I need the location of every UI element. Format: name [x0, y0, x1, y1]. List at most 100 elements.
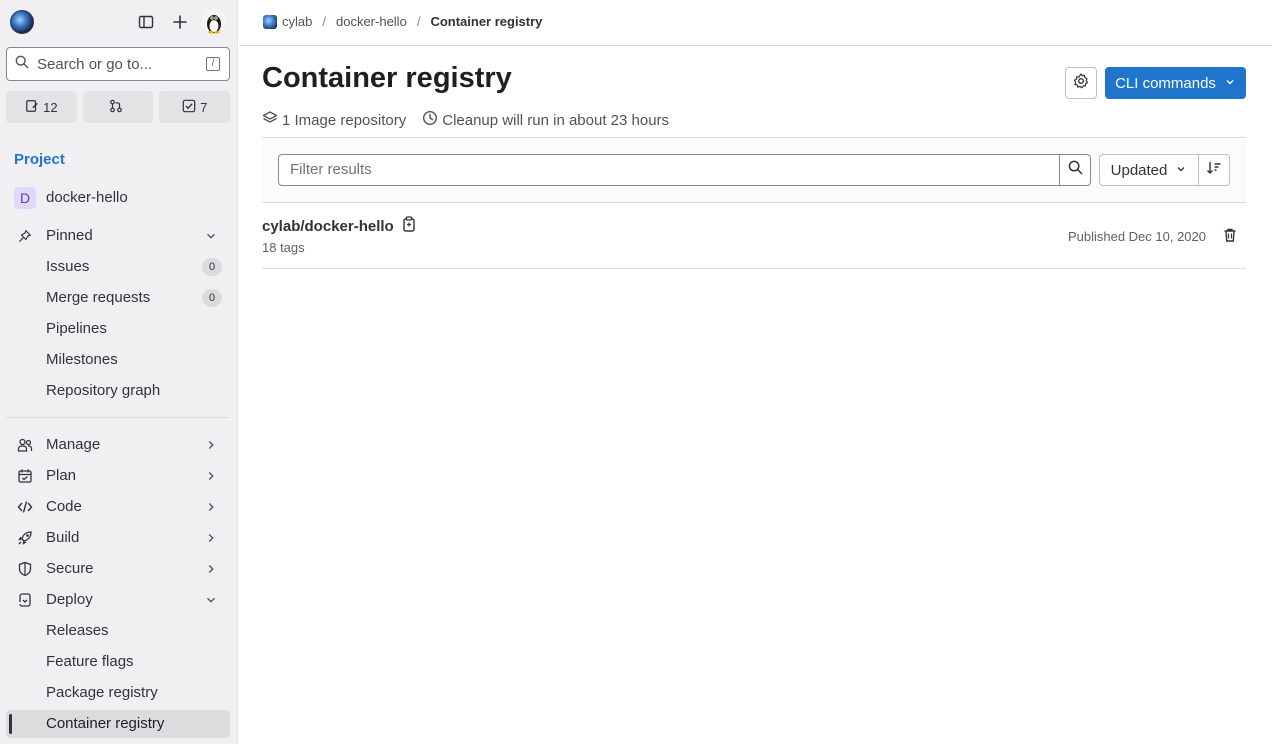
- chevron-right-icon: [204, 438, 218, 452]
- merge-requests-badge: 0: [202, 289, 222, 307]
- breadcrumb: cylab / docker-hello / Container registr…: [263, 14, 542, 29]
- sidebar-item-build[interactable]: Build: [6, 524, 230, 552]
- sidebar-item-label: Deploy: [46, 591, 93, 608]
- sidebar: Search or go to... / 12 7 Project D dock…: [0, 0, 238, 744]
- clock-icon: [422, 110, 438, 130]
- sidebar-item-package-registry[interactable]: Package registry: [6, 679, 230, 707]
- user-avatar[interactable]: [202, 10, 226, 34]
- deployments-icon: [17, 592, 33, 608]
- chevron-right-icon: [204, 562, 218, 576]
- sidebar-item-label: Milestones: [46, 351, 118, 368]
- cli-commands-button[interactable]: CLI commands: [1105, 67, 1246, 99]
- chevron-down-icon: [1224, 75, 1236, 92]
- sidebar-item-merge-requests[interactable]: Merge requests 0: [6, 284, 230, 312]
- copy-icon[interactable]: [402, 216, 416, 236]
- sidebar-item-label: Secure: [46, 560, 94, 577]
- section-label-project: Project: [14, 151, 65, 168]
- breadcrumb-separator: /: [416, 14, 421, 29]
- sidebar-item-label: Package registry: [46, 684, 158, 701]
- todos-count-button[interactable]: 7: [159, 91, 231, 123]
- filter-search-button[interactable]: [1059, 154, 1091, 186]
- repo-count: 1 Image repository: [262, 110, 406, 130]
- repo-name-link[interactable]: cylab/docker-hello: [262, 216, 416, 236]
- sidebar-item-label: Feature flags: [46, 653, 134, 670]
- sidebar-item-pinned[interactable]: Pinned: [6, 222, 230, 250]
- sidebar-item-label: Code: [46, 498, 82, 515]
- repo-name: cylab/docker-hello: [262, 217, 394, 235]
- project-name: docker-hello: [46, 189, 128, 206]
- registry-meta: 1 Image repository Cleanup will run in a…: [262, 110, 685, 130]
- gitlab-logo-icon[interactable]: [10, 10, 34, 34]
- merge-requests-count-button[interactable]: [82, 91, 154, 123]
- sidebar-item-label: Pipelines: [46, 320, 107, 337]
- chevron-right-icon: [204, 469, 218, 483]
- chevron-right-icon: [204, 531, 218, 545]
- sidebar-item-code[interactable]: Code: [6, 493, 230, 521]
- pinned-label: Pinned: [46, 227, 93, 244]
- chevron-down-icon: [1175, 162, 1187, 179]
- main-content: cylab / docker-hello / Container registr…: [239, 0, 1272, 744]
- layers-icon: [262, 110, 278, 130]
- sidebar-item-label: Issues: [46, 258, 90, 275]
- sidebar-item-manage[interactable]: Manage: [6, 431, 230, 459]
- chevron-down-icon: [204, 593, 218, 607]
- sidebar-item-secure[interactable]: Secure: [6, 555, 230, 583]
- sidebar-item-label: Manage: [46, 436, 101, 453]
- todos-count: 7: [200, 99, 208, 115]
- user-counts: 12 7: [6, 91, 231, 123]
- cleanup-status: Cleanup will run in about 23 hours: [422, 110, 669, 130]
- trash-icon[interactable]: [1222, 227, 1238, 243]
- shield-icon: [17, 561, 33, 577]
- top-bar: cylab / docker-hello / Container registr…: [239, 0, 1272, 46]
- published-date: Published Dec 10, 2020: [1067, 229, 1206, 244]
- issues-count-button[interactable]: 12: [6, 91, 77, 123]
- sidebar-item-pipelines[interactable]: Pipelines: [6, 315, 230, 343]
- sidebar-item-repository-graph[interactable]: Repository graph: [6, 377, 230, 405]
- merge-request-icon: [109, 99, 123, 116]
- repo-count-text: 1 Image repository: [282, 111, 407, 129]
- sort-lowest-icon: [1206, 160, 1222, 181]
- toggle-sidebar-icon[interactable]: [134, 10, 158, 34]
- issues-count: 12: [43, 99, 58, 115]
- search-icon: [15, 55, 29, 74]
- search-input[interactable]: Search or go to... /: [6, 47, 230, 81]
- breadcrumb-group[interactable]: cylab: [282, 14, 312, 29]
- sidebar-item-deploy[interactable]: Deploy: [6, 586, 230, 614]
- cleanup-text: Cleanup will run in about 23 hours: [442, 111, 670, 129]
- group-avatar-icon: [263, 14, 277, 29]
- todo-icon: [182, 99, 196, 116]
- tag-count: 18 tags: [262, 240, 305, 255]
- breadcrumb-project[interactable]: docker-hello: [336, 14, 407, 29]
- create-new-icon[interactable]: [168, 10, 192, 34]
- cli-commands-label: CLI commands: [1115, 74, 1216, 92]
- breadcrumb-current[interactable]: Container registry: [430, 14, 542, 29]
- sidebar-item-issues[interactable]: Issues 0: [6, 253, 230, 281]
- search-placeholder: Search or go to...: [37, 55, 153, 73]
- list-item: cylab/docker-hello 18 tags Published Dec…: [262, 203, 1246, 269]
- settings-button[interactable]: [1065, 67, 1097, 99]
- chevron-down-icon: [204, 229, 218, 243]
- sidebar-item-label: Releases: [46, 622, 109, 639]
- sidebar-item-label: Build: [46, 529, 80, 546]
- search-shortcut: /: [206, 57, 220, 71]
- sidebar-item-feature-flags[interactable]: Feature flags: [6, 648, 230, 676]
- sidebar-item-milestones[interactable]: Milestones: [6, 346, 230, 374]
- sidebar-item-label: Merge requests: [46, 289, 151, 306]
- planning-icon: [17, 468, 33, 484]
- sidebar-item-label: Plan: [46, 467, 77, 484]
- sidebar-item-label: Repository graph: [46, 382, 161, 399]
- sidebar-top: [0, 0, 238, 44]
- sidebar-item-project[interactable]: D docker-hello: [6, 184, 230, 212]
- sort-direction-button[interactable]: [1198, 154, 1230, 186]
- sidebar-divider: [6, 417, 230, 418]
- sidebar-item-label: Container registry: [46, 715, 165, 732]
- filter-input[interactable]: Filter results: [278, 154, 1060, 186]
- sort-dropdown[interactable]: Updated: [1099, 154, 1199, 186]
- sidebar-item-releases[interactable]: Releases: [6, 617, 230, 645]
- code-icon: [17, 499, 33, 515]
- chevron-right-icon: [204, 500, 218, 514]
- sidebar-item-plan[interactable]: Plan: [6, 462, 230, 490]
- rocket-icon: [17, 530, 33, 546]
- sidebar-item-container-registry[interactable]: Container registry: [6, 710, 230, 738]
- sort-label: Updated: [1110, 161, 1168, 179]
